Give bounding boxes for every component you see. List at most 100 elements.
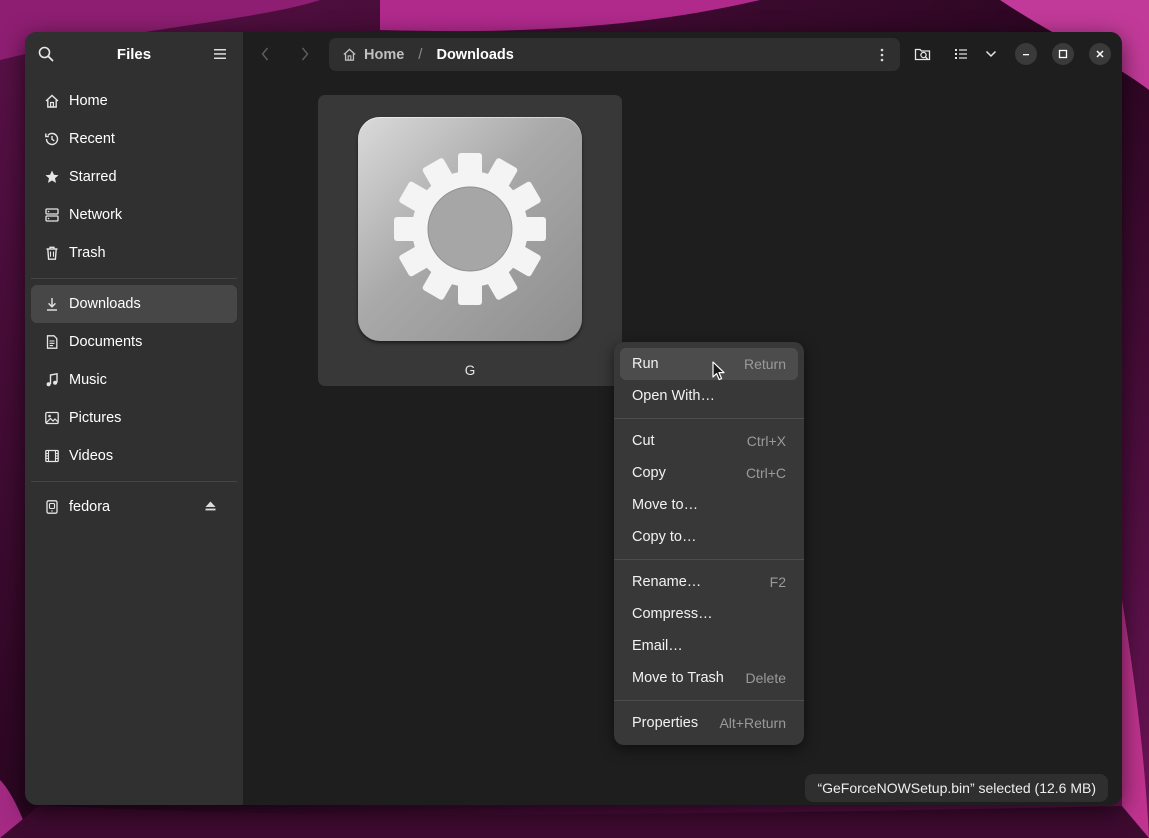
menu-item-label: Cut <box>632 433 655 449</box>
menu-item-label: Copy <box>632 465 666 481</box>
sidebar-item-label: Videos <box>69 448 114 464</box>
minimize-button[interactable] <box>1015 43 1037 65</box>
list-view-icon <box>955 49 967 59</box>
menu-item-properties[interactable]: Properties Alt+Return <box>620 707 798 739</box>
menu-separator <box>614 559 804 560</box>
file-name-label: G <box>464 363 476 378</box>
sidebar-item-trash[interactable]: Trash <box>31 234 237 272</box>
close-button[interactable] <box>1089 43 1111 65</box>
pictures-icon <box>43 409 61 427</box>
eject-button[interactable] <box>203 499 217 513</box>
menu-item-label: Open With… <box>632 388 715 404</box>
menu-item-copy-to[interactable]: Copy to… <box>620 521 798 553</box>
search-files-button[interactable] <box>911 43 935 65</box>
network-icon <box>43 206 61 224</box>
sidebar-separator <box>31 278 237 279</box>
sidebar-item-label: Home <box>69 93 108 109</box>
path-menu-button[interactable] <box>874 45 890 65</box>
sidebar-item-label: Music <box>69 372 107 388</box>
home-icon <box>43 92 61 110</box>
sidebar-item-label: fedora <box>69 499 111 515</box>
chevron-down-icon <box>985 50 997 58</box>
main-pane: Home / Downloads G Run Return Open With…… <box>243 32 1122 805</box>
sidebar-item-fedora[interactable]: fedora <box>31 488 237 526</box>
menu-item-shortcut: F2 <box>769 574 786 590</box>
chevron-right-icon <box>301 47 309 61</box>
maximize-button[interactable] <box>1052 43 1074 65</box>
menu-item-label: Run <box>632 356 659 372</box>
path-separator: / <box>418 46 423 63</box>
menu-item-shortcut: Ctrl+C <box>745 465 786 481</box>
menu-item-label: Move to Trash <box>632 670 724 686</box>
sidebar-item-home[interactable]: Home <box>31 82 237 120</box>
sidebar-item-videos[interactable]: Videos <box>31 437 237 475</box>
menu-item-email[interactable]: Email… <box>620 630 798 662</box>
hamburger-icon <box>214 49 226 59</box>
sidebar-item-network[interactable]: Network <box>31 196 237 234</box>
header-bar: Home / Downloads <box>243 32 1122 76</box>
music-icon <box>43 371 61 389</box>
document-icon <box>43 333 61 351</box>
sidebar-header: Files <box>25 32 243 76</box>
sidebar-item-label: Recent <box>69 131 115 147</box>
menu-item-move-to[interactable]: Move to… <box>620 489 798 521</box>
eject-icon <box>205 501 215 511</box>
menu-item-shortcut: Ctrl+X <box>746 433 786 449</box>
menu-item-move-to-trash[interactable]: Move to Trash Delete <box>620 662 798 694</box>
menu-item-label: Compress… <box>632 606 713 622</box>
menu-item-rename[interactable]: Rename… F2 <box>620 566 798 598</box>
forward-button[interactable] <box>293 43 317 65</box>
menu-item-open-with[interactable]: Open With… <box>620 380 798 412</box>
sidebar-item-label: Documents <box>69 334 143 350</box>
menu-item-label: Rename… <box>632 574 702 590</box>
menu-item-run[interactable]: Run Return <box>620 348 798 380</box>
sidebar-item-label: Pictures <box>69 410 122 426</box>
mouse-pointer-icon <box>712 361 725 381</box>
view-list-button[interactable] <box>949 43 973 65</box>
main-menu-button[interactable] <box>209 43 231 65</box>
sidebar-list: Home Recent Starred Network Trash Downlo… <box>25 82 243 526</box>
close-icon <box>1096 50 1104 58</box>
menu-item-label: Email… <box>632 638 683 654</box>
menu-item-label: Properties <box>632 715 699 731</box>
file-item-selected[interactable]: G <box>318 95 622 386</box>
sidebar-item-label: Downloads <box>69 296 141 312</box>
back-button[interactable] <box>253 43 277 65</box>
sidebar-item-documents[interactable]: Documents <box>31 323 237 361</box>
menu-item-label: Copy to… <box>632 529 697 545</box>
sidebar-separator <box>31 481 237 482</box>
files-window: Files Home Recent Starred Network Trash … <box>25 32 1122 805</box>
status-overlay: “GeForceNOWSetup.bin” selected (12.6 MB) <box>805 774 1108 802</box>
sidebar-item-recent[interactable]: Recent <box>31 120 237 158</box>
menu-item-shortcut: Return <box>743 356 786 372</box>
sidebar-item-label: Starred <box>69 169 117 185</box>
executable-gear-icon <box>358 117 582 341</box>
menu-separator <box>614 418 804 419</box>
maximize-icon <box>1058 49 1068 59</box>
recent-icon <box>43 130 61 148</box>
sidebar: Files Home Recent Starred Network Trash … <box>25 32 243 805</box>
sidebar-item-starred[interactable]: Starred <box>31 158 237 196</box>
path-home-button[interactable]: Home <box>341 47 404 63</box>
kebab-menu-icon <box>880 48 884 62</box>
search-folder-icon <box>914 48 931 61</box>
menu-item-compress[interactable]: Compress… <box>620 598 798 630</box>
sidebar-item-music[interactable]: Music <box>31 361 237 399</box>
home-icon <box>341 47 357 63</box>
sidebar-item-label: Trash <box>69 245 106 261</box>
sidebar-item-pictures[interactable]: Pictures <box>31 399 237 437</box>
minimize-icon <box>1023 54 1029 56</box>
sidebar-item-label: Network <box>69 207 123 223</box>
menu-item-cut[interactable]: Cut Ctrl+X <box>620 425 798 457</box>
menu-separator <box>614 700 804 701</box>
sidebar-item-downloads[interactable]: Downloads <box>31 285 237 323</box>
path-current-folder[interactable]: Downloads <box>436 47 513 63</box>
view-options-button[interactable] <box>979 43 1003 65</box>
trash-icon <box>43 244 61 262</box>
drive-icon <box>43 498 61 516</box>
chevron-left-icon <box>261 47 269 61</box>
menu-item-copy[interactable]: Copy Ctrl+C <box>620 457 798 489</box>
context-menu: Run Return Open With… Cut Ctrl+X Copy Ct… <box>614 342 804 745</box>
path-home-label: Home <box>364 46 405 63</box>
menu-item-shortcut: Alt+Return <box>719 715 786 731</box>
